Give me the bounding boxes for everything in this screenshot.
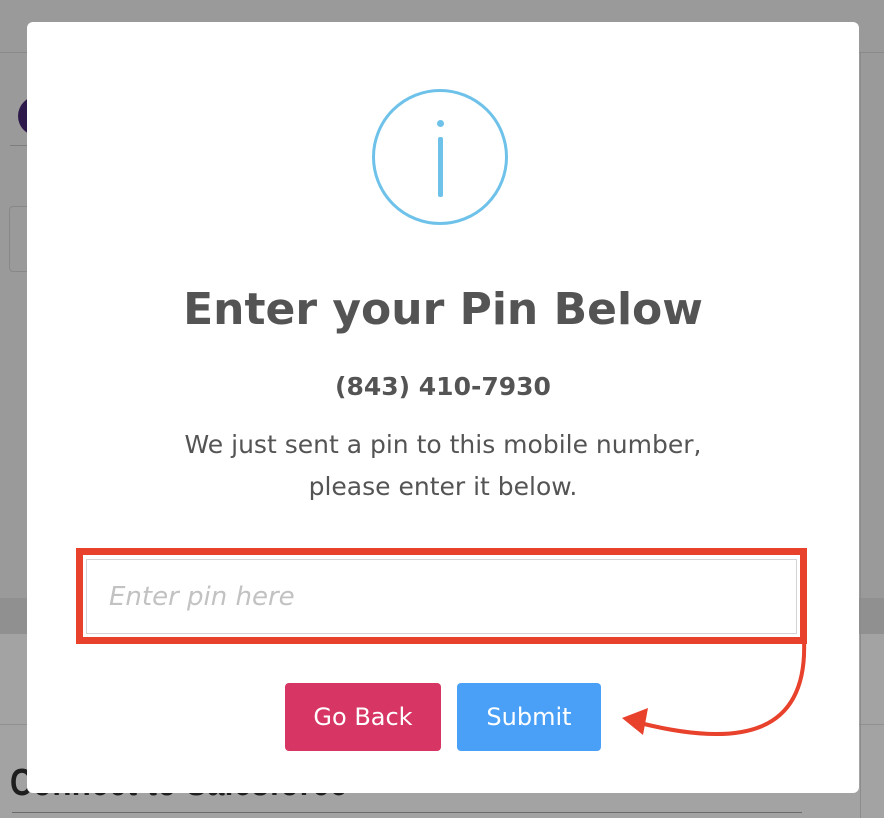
modal-message: We just sent a pin to this mobile number… [27, 424, 859, 508]
info-circle-icon [372, 89, 508, 225]
modal-title: Enter your Pin Below [183, 284, 703, 335]
message-line: We just sent a pin to this mobile number… [184, 430, 702, 459]
pin-modal: Enter your Pin Below (843) 410-7930 We j… [27, 22, 859, 793]
info-icon-dot [437, 120, 444, 127]
pin-input[interactable] [86, 559, 797, 634]
info-icon-stem [438, 137, 443, 197]
background-divider [860, 52, 861, 818]
submit-button[interactable]: Submit [457, 683, 601, 751]
phone-number: (843) 410-7930 [335, 372, 551, 401]
go-back-button[interactable]: Go Back [285, 683, 441, 751]
message-line: please enter it below. [308, 472, 578, 501]
background-divider [12, 812, 802, 813]
